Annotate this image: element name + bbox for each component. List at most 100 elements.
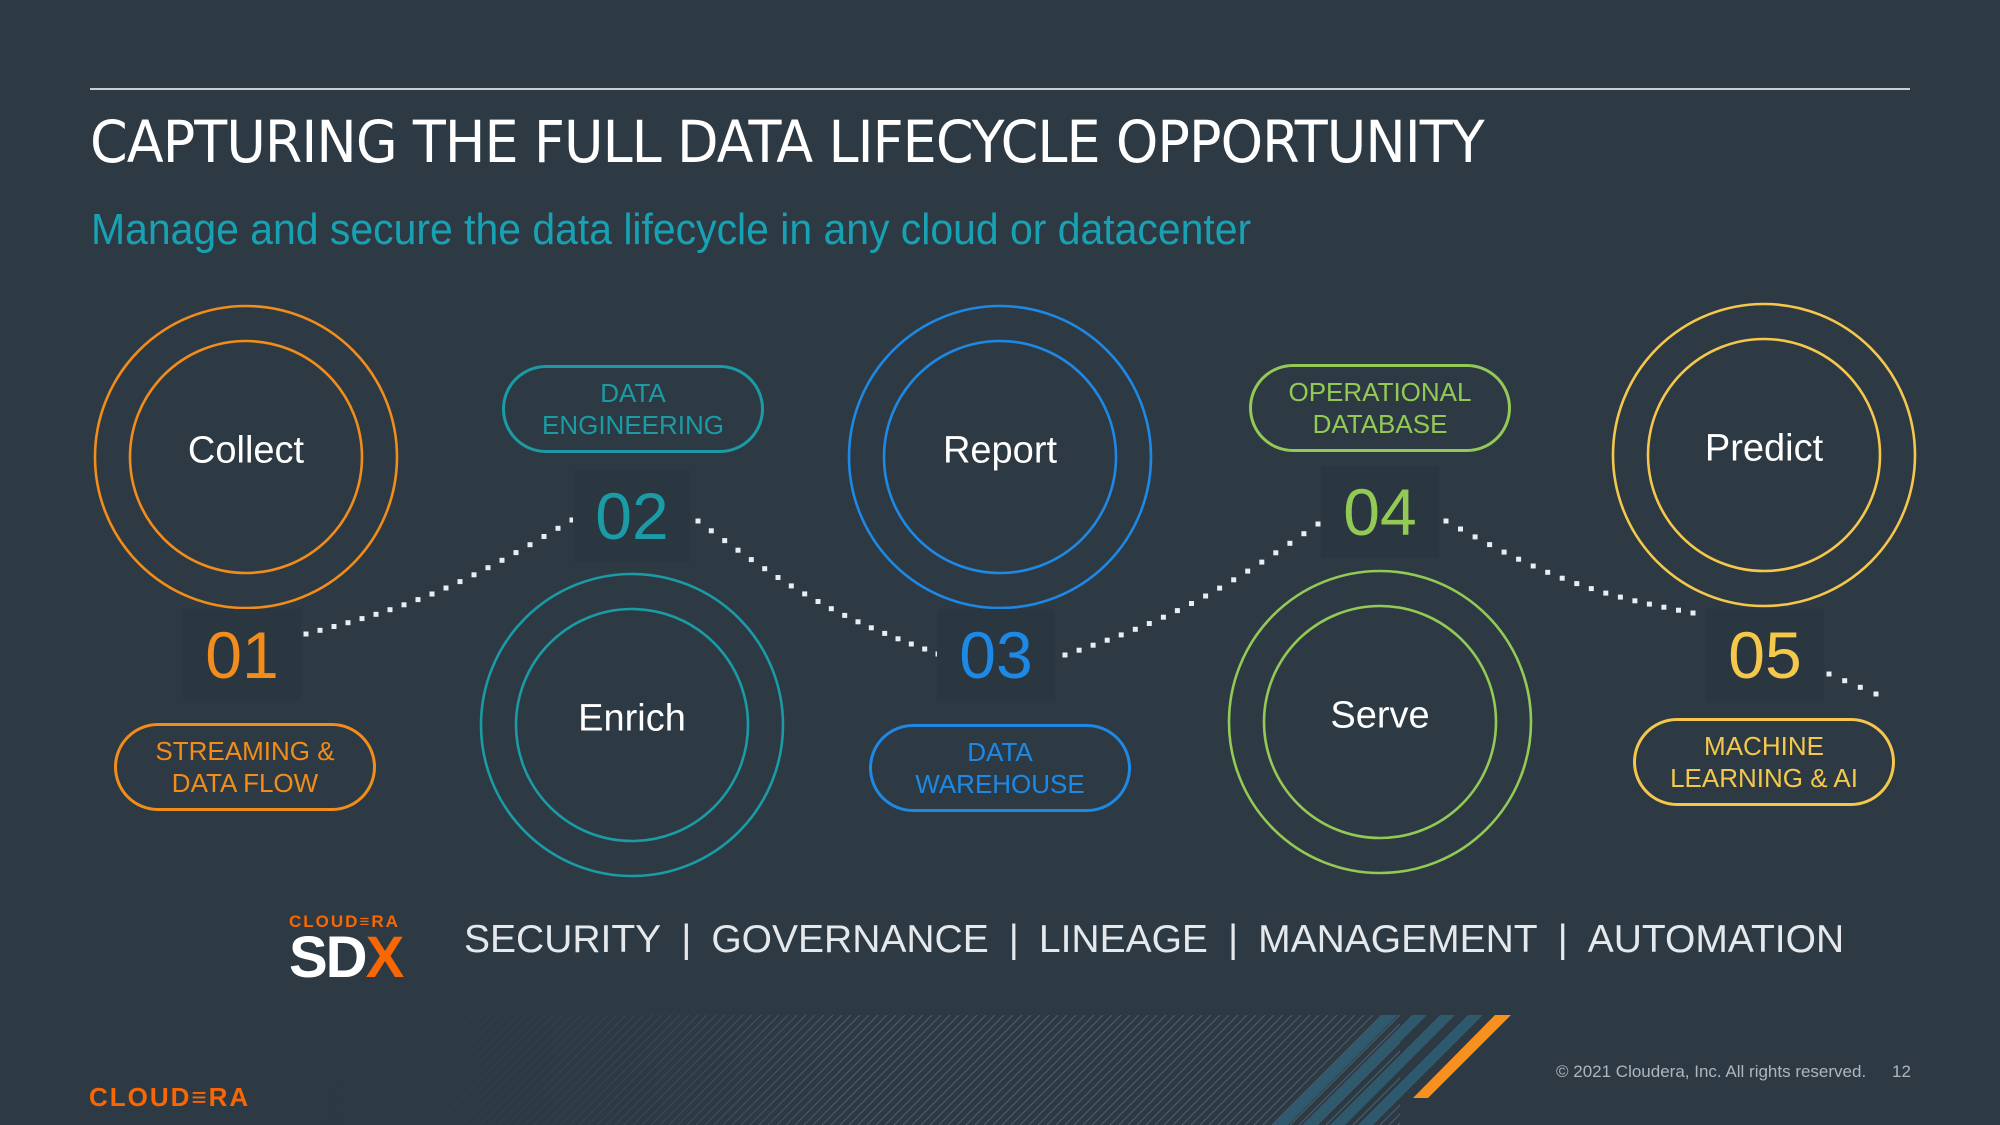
hatch-line — [596, 1014, 708, 1125]
path-dot — [401, 602, 407, 608]
sdx-word-accent: X — [365, 925, 405, 990]
hatch-line — [488, 1014, 600, 1125]
hatch-line — [668, 1014, 780, 1125]
hatch-line — [1082, 1014, 1194, 1125]
path-dot — [1617, 594, 1623, 600]
hatch-line — [1163, 1014, 1275, 1125]
hatch-line — [416, 1014, 528, 1125]
pillar-governance: GOVERNANCE — [711, 918, 989, 961]
hatch-line — [830, 1014, 942, 1125]
hatch-line — [1037, 1014, 1149, 1125]
path-dot — [303, 631, 309, 637]
path-dot — [345, 620, 351, 626]
hatch-line — [974, 1014, 1086, 1125]
hatch-line — [560, 1014, 672, 1125]
hatch-line — [1100, 1014, 1212, 1125]
path-dot — [373, 611, 379, 617]
hatch-line — [371, 1014, 483, 1125]
path-dot — [922, 646, 928, 652]
path-dot — [1104, 637, 1110, 643]
hatch-line — [326, 1014, 438, 1125]
hatch-line — [983, 1014, 1095, 1125]
hatch-line — [857, 1014, 969, 1125]
pillar-separator: | — [1557, 918, 1568, 961]
hatch-line — [578, 1014, 690, 1125]
hatch-line — [299, 1014, 411, 1125]
pillar-separator: | — [681, 918, 692, 961]
path-dot — [1132, 626, 1138, 632]
path-dot — [1118, 632, 1124, 638]
hatch-line — [506, 1014, 618, 1125]
path-dot — [895, 636, 901, 642]
path-dot — [722, 538, 728, 544]
hatch-line — [749, 1014, 861, 1125]
hatch-line — [425, 1014, 537, 1125]
hatch-line — [767, 1014, 879, 1125]
hatch-line — [1010, 1014, 1122, 1125]
path-dot — [748, 557, 754, 563]
path-dot — [842, 612, 848, 618]
stage-name-collect: Collect — [187, 429, 305, 472]
hatch-line — [1172, 1014, 1284, 1125]
hatch-line — [686, 1014, 798, 1125]
pillar-separator: | — [1227, 918, 1239, 961]
hatch-line — [614, 1014, 726, 1125]
service-label-line: DATA — [967, 737, 1033, 767]
hatch-line — [893, 1014, 1005, 1125]
hatch-line — [695, 1014, 807, 1125]
hatch-line — [641, 1014, 753, 1125]
hatch-line — [722, 1014, 834, 1125]
path-dot — [1259, 559, 1265, 565]
path-dot — [1472, 534, 1478, 540]
hatch-line — [605, 1014, 717, 1125]
path-dot — [1676, 607, 1681, 613]
copyright-notice: © 2021 Cloudera, Inc. All rights reserve… — [1556, 1062, 1867, 1081]
hatch-line — [443, 1014, 555, 1125]
hatch-line — [533, 1014, 645, 1125]
hatch-line — [1064, 1014, 1176, 1125]
service-pill-predict: MACHINE LEARNING & AI — [1633, 718, 1895, 806]
hatch-line — [1190, 1014, 1302, 1125]
path-dot — [317, 627, 323, 633]
path-dot — [908, 641, 914, 647]
path-dot — [1273, 550, 1279, 556]
hatch-line — [1028, 1014, 1140, 1125]
path-dot — [499, 557, 505, 563]
path-dot — [868, 625, 874, 631]
sdx-word-main: SD — [289, 925, 368, 990]
path-dot — [1160, 614, 1166, 620]
path-dot — [695, 518, 701, 524]
path-dot — [1516, 556, 1522, 562]
hatch-line — [965, 1014, 1077, 1125]
path-dot — [1559, 575, 1565, 581]
hatch-line — [911, 1014, 1023, 1125]
hatch-line — [1181, 1014, 1293, 1125]
path-dot — [1487, 542, 1493, 548]
path-dot — [815, 599, 821, 604]
service-label-line: LEARNING & AI — [1670, 763, 1858, 793]
hatch-line — [947, 1014, 1059, 1125]
path-dot — [1603, 590, 1609, 596]
path-dot — [387, 607, 393, 613]
path-dot — [471, 572, 477, 578]
path-dot — [735, 547, 741, 553]
hatch-line — [515, 1014, 627, 1125]
hatch-line — [785, 1014, 897, 1125]
hatch-line — [434, 1014, 546, 1125]
hatch-line — [380, 1014, 492, 1125]
path-dot — [527, 542, 533, 548]
hatch-line — [902, 1014, 1014, 1125]
path-dot — [443, 585, 449, 591]
path-dot — [1301, 531, 1307, 537]
path-dot — [775, 575, 781, 580]
hatch-line — [866, 1014, 978, 1125]
service-pill-enrich: DATA ENGINEERING — [502, 365, 764, 453]
hatch-line — [461, 1014, 573, 1125]
hatch-line — [1091, 1014, 1203, 1125]
path-dot — [1857, 684, 1863, 690]
hatch-line — [803, 1014, 915, 1125]
service-label-line: DATA — [600, 378, 666, 408]
service-label-line: MACHINE — [1704, 731, 1824, 761]
stage-number: 02 — [573, 470, 691, 562]
hatch-line — [569, 1014, 681, 1125]
